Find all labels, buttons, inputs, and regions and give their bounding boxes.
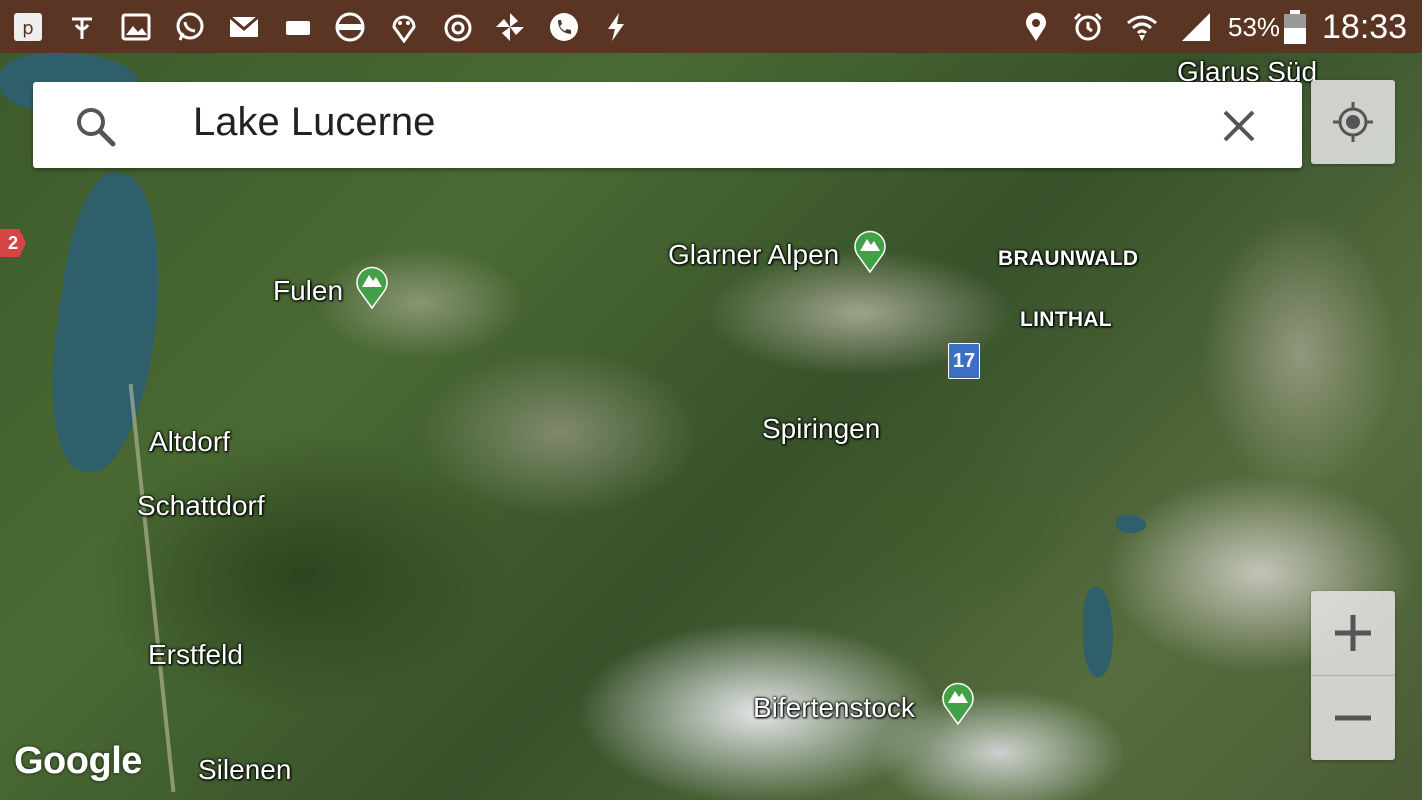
bolt-icon xyxy=(598,10,634,44)
place-label[interactable]: Fulen xyxy=(273,275,343,307)
email-icon xyxy=(226,10,262,44)
minus-icon xyxy=(1335,715,1371,721)
place-label[interactable]: Spiringen xyxy=(762,413,880,445)
smile-icon xyxy=(386,10,422,44)
place-label[interactable]: BRAUNWALD xyxy=(998,247,1138,271)
plus-icon xyxy=(1335,615,1371,651)
clock: 18:33 xyxy=(1322,8,1408,46)
location-icon xyxy=(1018,10,1054,44)
crosshair-icon xyxy=(1333,102,1373,142)
place-label[interactable]: LINTHAL xyxy=(1020,308,1112,332)
power-icon xyxy=(440,10,476,44)
transit-icon xyxy=(332,10,368,44)
mountain-pin-icon[interactable] xyxy=(852,227,888,274)
place-label[interactable]: Glarner Alpen xyxy=(668,239,839,271)
pinwheel-icon xyxy=(492,10,528,44)
search-input[interactable]: Lake Lucerne xyxy=(193,100,435,145)
route-shield: 2 xyxy=(0,229,26,257)
my-location-button[interactable] xyxy=(1311,80,1395,164)
place-label[interactable]: Altdorf xyxy=(149,426,230,458)
close-icon[interactable] xyxy=(1219,106,1259,146)
mountain-pin-icon[interactable] xyxy=(940,679,976,726)
google-logo: Google xyxy=(14,740,142,782)
whatsapp-icon xyxy=(172,10,208,44)
phone-icon xyxy=(546,10,582,44)
battery-icon xyxy=(1283,10,1307,44)
pocket-icon: p xyxy=(10,10,46,44)
zoom-in-button[interactable] xyxy=(1311,591,1395,675)
search-bar[interactable]: Lake Lucerne xyxy=(33,82,1302,168)
route-shield: 17 xyxy=(948,343,980,379)
search-icon[interactable] xyxy=(73,104,117,148)
place-label[interactable]: Schattdorf xyxy=(137,490,265,522)
signal-icon xyxy=(1178,10,1214,44)
place-label[interactable]: Bifertenstock xyxy=(753,692,915,724)
lake-area xyxy=(1083,587,1113,677)
svg-text:p: p xyxy=(22,18,33,39)
lake-area xyxy=(1116,515,1146,533)
place-label[interactable]: Erstfeld xyxy=(148,639,243,671)
mountain-pin-icon[interactable] xyxy=(354,263,390,310)
wifi-icon xyxy=(1124,10,1160,44)
alarm-icon xyxy=(1070,10,1106,44)
battery-percentage: 53% xyxy=(1228,12,1281,42)
status-bar: p 53% 18:33 xyxy=(0,0,1422,53)
tv-icon xyxy=(280,10,316,44)
gallery-icon xyxy=(118,10,154,44)
notification-icon xyxy=(64,10,100,44)
zoom-out-button[interactable] xyxy=(1311,676,1395,760)
place-label[interactable]: Silenen xyxy=(198,754,291,786)
